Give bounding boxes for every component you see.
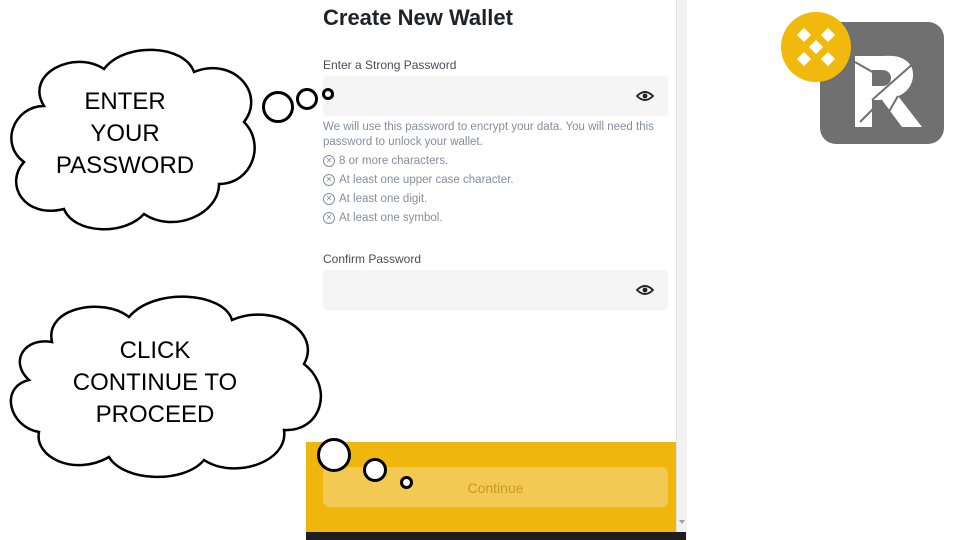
thought-bubble	[400, 476, 413, 489]
password-field[interactable]	[323, 76, 668, 116]
callout-top-text: ENTER YOUR PASSWORD	[55, 88, 195, 179]
x-circle-icon: ✕	[323, 212, 335, 224]
thought-bubble	[317, 438, 351, 472]
scrollbar[interactable]	[676, 0, 687, 540]
password-label: Enter a Strong Password	[323, 58, 457, 72]
callout-bottom-text: CLICK CONTINUE TO PROCEED	[72, 337, 238, 428]
binance-icon	[781, 12, 851, 82]
password-hint: We will use this password to encrypt you…	[323, 121, 654, 148]
show-password-eye-icon[interactable]	[636, 89, 654, 103]
thought-bubble	[296, 88, 318, 110]
confirm-password-label: Confirm Password	[323, 252, 422, 266]
thought-bubble	[322, 88, 334, 100]
requirement-item: ✕ At least one symbol.	[323, 212, 443, 224]
x-circle-icon: ✕	[323, 174, 335, 186]
scroll-down-icon[interactable]	[679, 520, 685, 524]
show-password-eye-icon[interactable]	[636, 283, 654, 297]
x-circle-icon: ✕	[323, 193, 335, 205]
requirement-item: ✕ 8 or more characters.	[323, 155, 448, 167]
thought-bubble	[363, 458, 387, 482]
page-title: Create New Wallet	[323, 5, 513, 30]
confirm-password-field[interactable]	[323, 270, 668, 310]
bottom-border	[306, 532, 686, 540]
requirement-item: ✕ At least one upper case character.	[323, 174, 514, 186]
requirement-item: ✕ At least one digit.	[323, 193, 427, 205]
x-circle-icon: ✕	[323, 155, 335, 167]
thought-bubble	[262, 91, 294, 123]
